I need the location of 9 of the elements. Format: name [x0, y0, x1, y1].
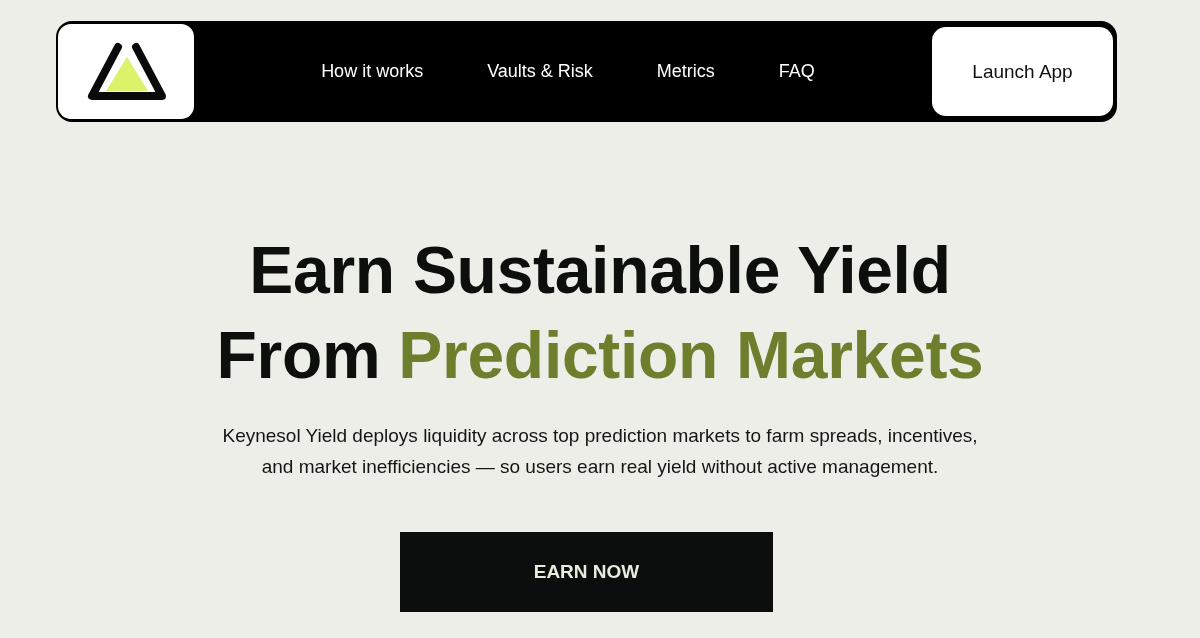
- earn-now-button[interactable]: EARN NOW: [400, 532, 773, 612]
- nav-link[interactable]: How it works: [321, 61, 424, 82]
- hero-description: Keynesol Yield deploys liquidity across top prediction markets to farm spreads, incentives, and market inefficiencies — so users earn real yield without active management.: [221, 424, 979, 479]
- nav-link[interactable]: FAQ: [778, 61, 815, 82]
- nav-link[interactable]: Metrics: [656, 61, 715, 82]
- nav-link[interactable]: Vaults & Risk: [487, 61, 593, 82]
- hero-title: Earn Sustainable Yield From Prediction Markets: [216, 232, 984, 394]
- logo-icon[interactable]: [58, 24, 194, 119]
- launch-app-button[interactable]: Launch App: [932, 27, 1113, 116]
